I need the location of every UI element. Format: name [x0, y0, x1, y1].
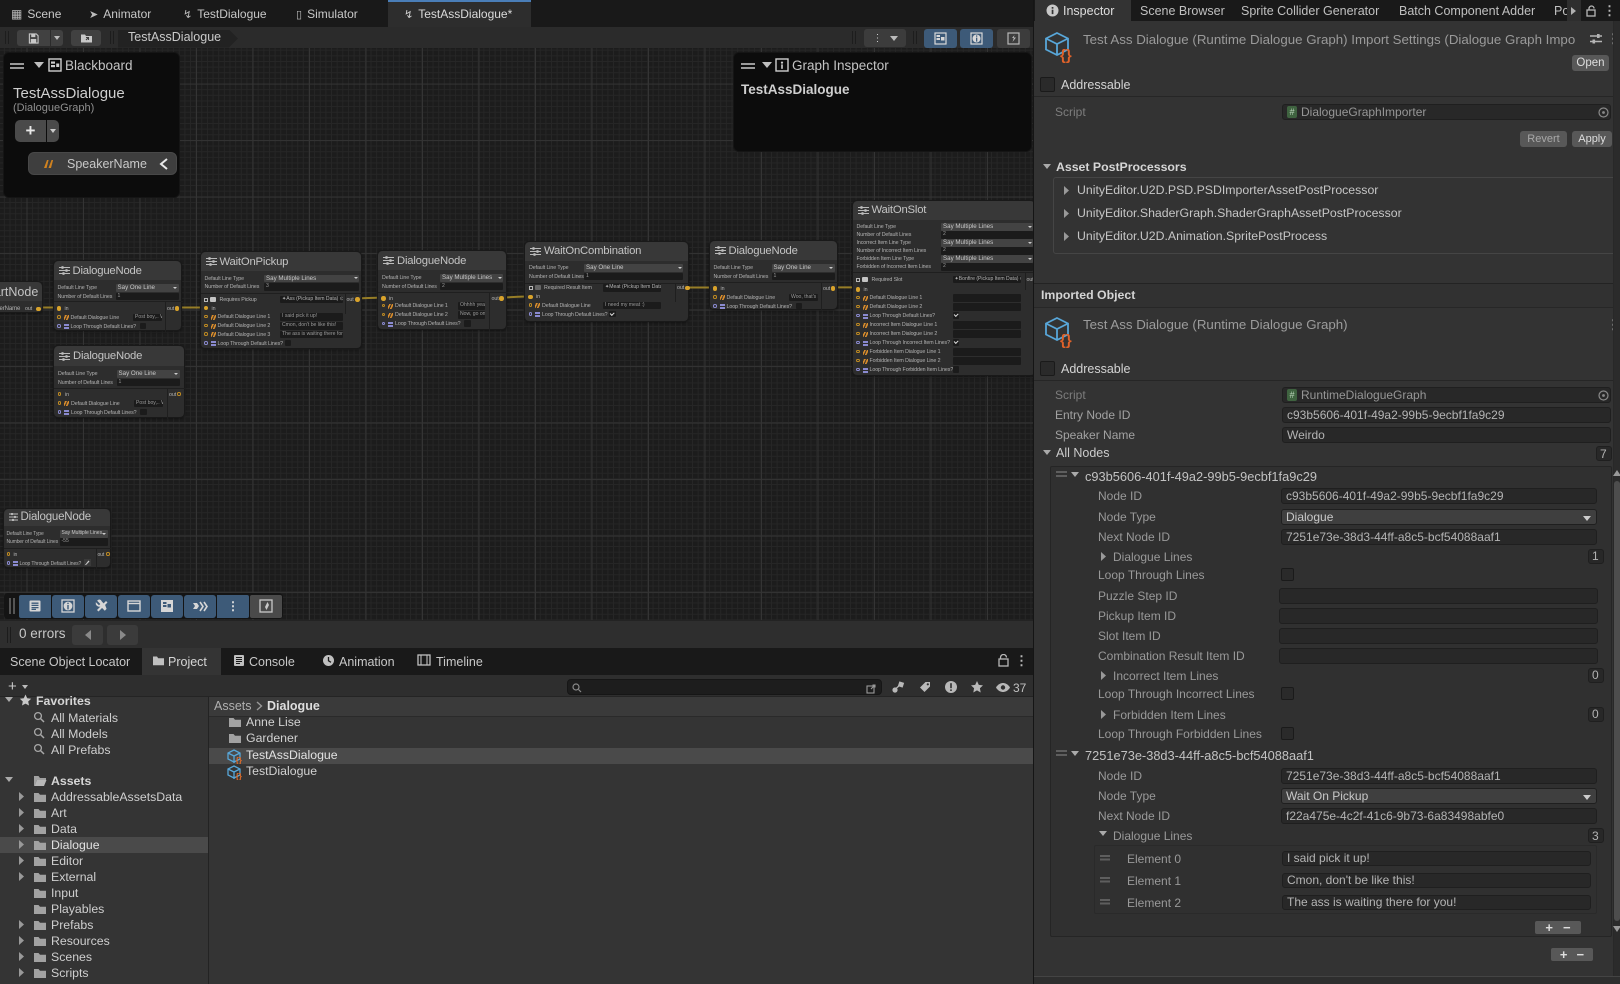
svg-text:{}: {} — [1060, 47, 1072, 63]
svg-text:{}: {} — [236, 772, 242, 780]
svg-text:{}: {} — [1060, 332, 1072, 348]
svg-text:{}: {} — [236, 756, 242, 764]
